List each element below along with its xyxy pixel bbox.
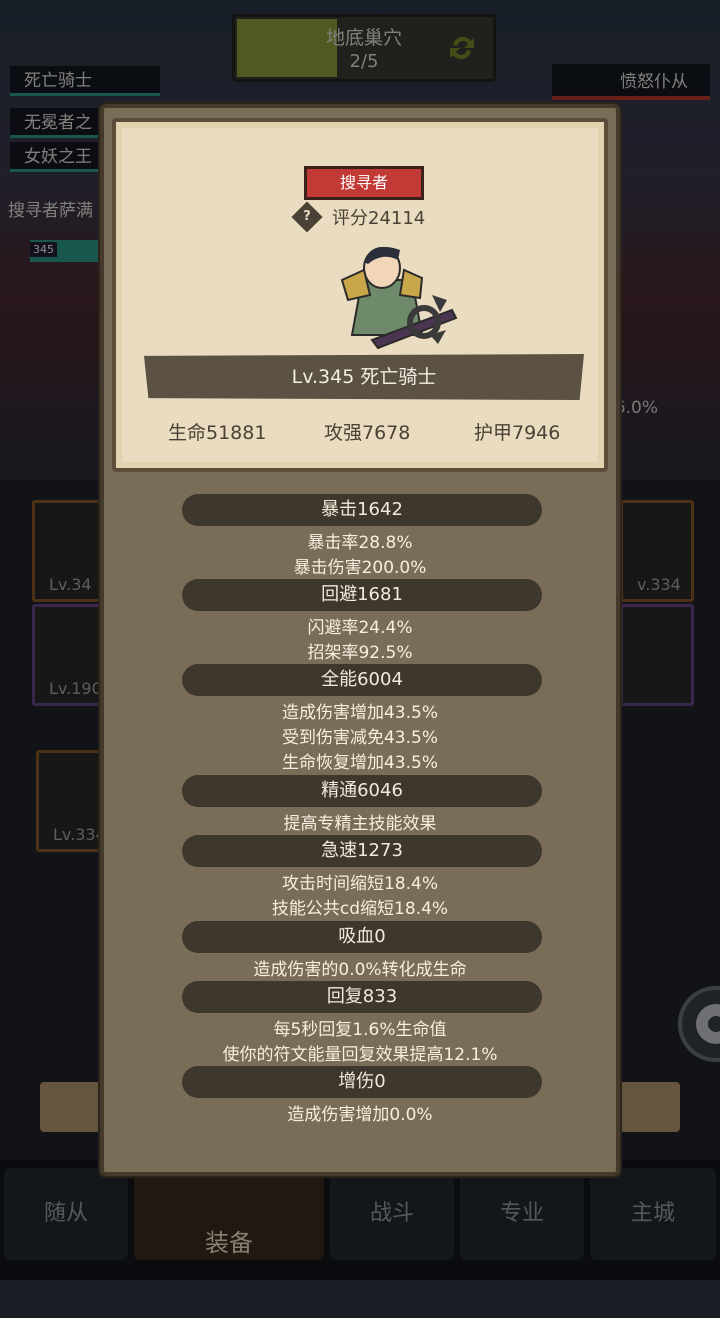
stat-line: 攻击时间缩短18.4% <box>281 874 438 894</box>
score-value: 评分24114 <box>332 208 426 229</box>
hero-portrait <box>340 246 458 350</box>
stat-line: 提高专精主技能效果 <box>283 814 437 834</box>
armor-stat: 护甲7946 <box>474 422 561 444</box>
attack-stat: 攻强7678 <box>324 422 411 444</box>
stat-line: 受到伤害减免43.5% <box>281 728 438 748</box>
score-row: ? 评分24114 <box>291 201 426 234</box>
stat-line: 闪避率24.4% <box>307 618 413 638</box>
stat-header-avoidance: 回避1681 <box>182 579 542 611</box>
stat-line: 造成伤害增加43.5% <box>281 703 438 723</box>
stat-line: 造成伤害的0.0%转化成生命 <box>253 960 467 980</box>
stat-line: 暴击率28.8% <box>307 533 413 553</box>
character-stats-popup: 搜寻者 ? 评分24114 Lv.345 死亡骑士 生命51881 攻强7678 … <box>100 104 620 1176</box>
stat-line: 生命恢复增加43.5% <box>281 753 438 773</box>
stat-header-versatility: 全能6004 <box>182 664 542 696</box>
stat-header-damage-bonus: 增伤0 <box>182 1066 542 1098</box>
stat-header-haste: 急速1273 <box>182 835 542 867</box>
stat-line: 造成伤害增加0.0% <box>287 1105 433 1125</box>
stat-line: 技能公共cd缩短18.4% <box>271 899 449 919</box>
hp-stat: 生命51881 <box>168 422 267 444</box>
stat-header-crit: 暴击1642 <box>182 494 542 526</box>
core-stats: 生命51881 攻强7678 护甲7946 <box>116 418 604 448</box>
stat-line: 使你的符文能量回复效果提高12.1% <box>222 1045 498 1065</box>
stat-header-lifesteal: 吸血0 <box>182 921 542 953</box>
hero-level-title: Lv.345 死亡骑士 <box>144 354 584 400</box>
stat-header-regen: 回复833 <box>182 981 542 1013</box>
question-diamond-icon[interactable]: ? <box>291 201 323 233</box>
stat-header-mastery: 精通6046 <box>182 775 542 807</box>
stat-line: 暴击伤害200.0% <box>293 558 427 578</box>
class-badge: 搜寻者 <box>304 166 424 200</box>
stat-line: 每5秒回复1.6%生命值 <box>273 1020 447 1040</box>
stat-line: 招架率92.5% <box>307 643 413 663</box>
character-card: 搜寻者 ? 评分24114 Lv.345 死亡骑士 生命51881 攻强7678 … <box>112 118 608 472</box>
